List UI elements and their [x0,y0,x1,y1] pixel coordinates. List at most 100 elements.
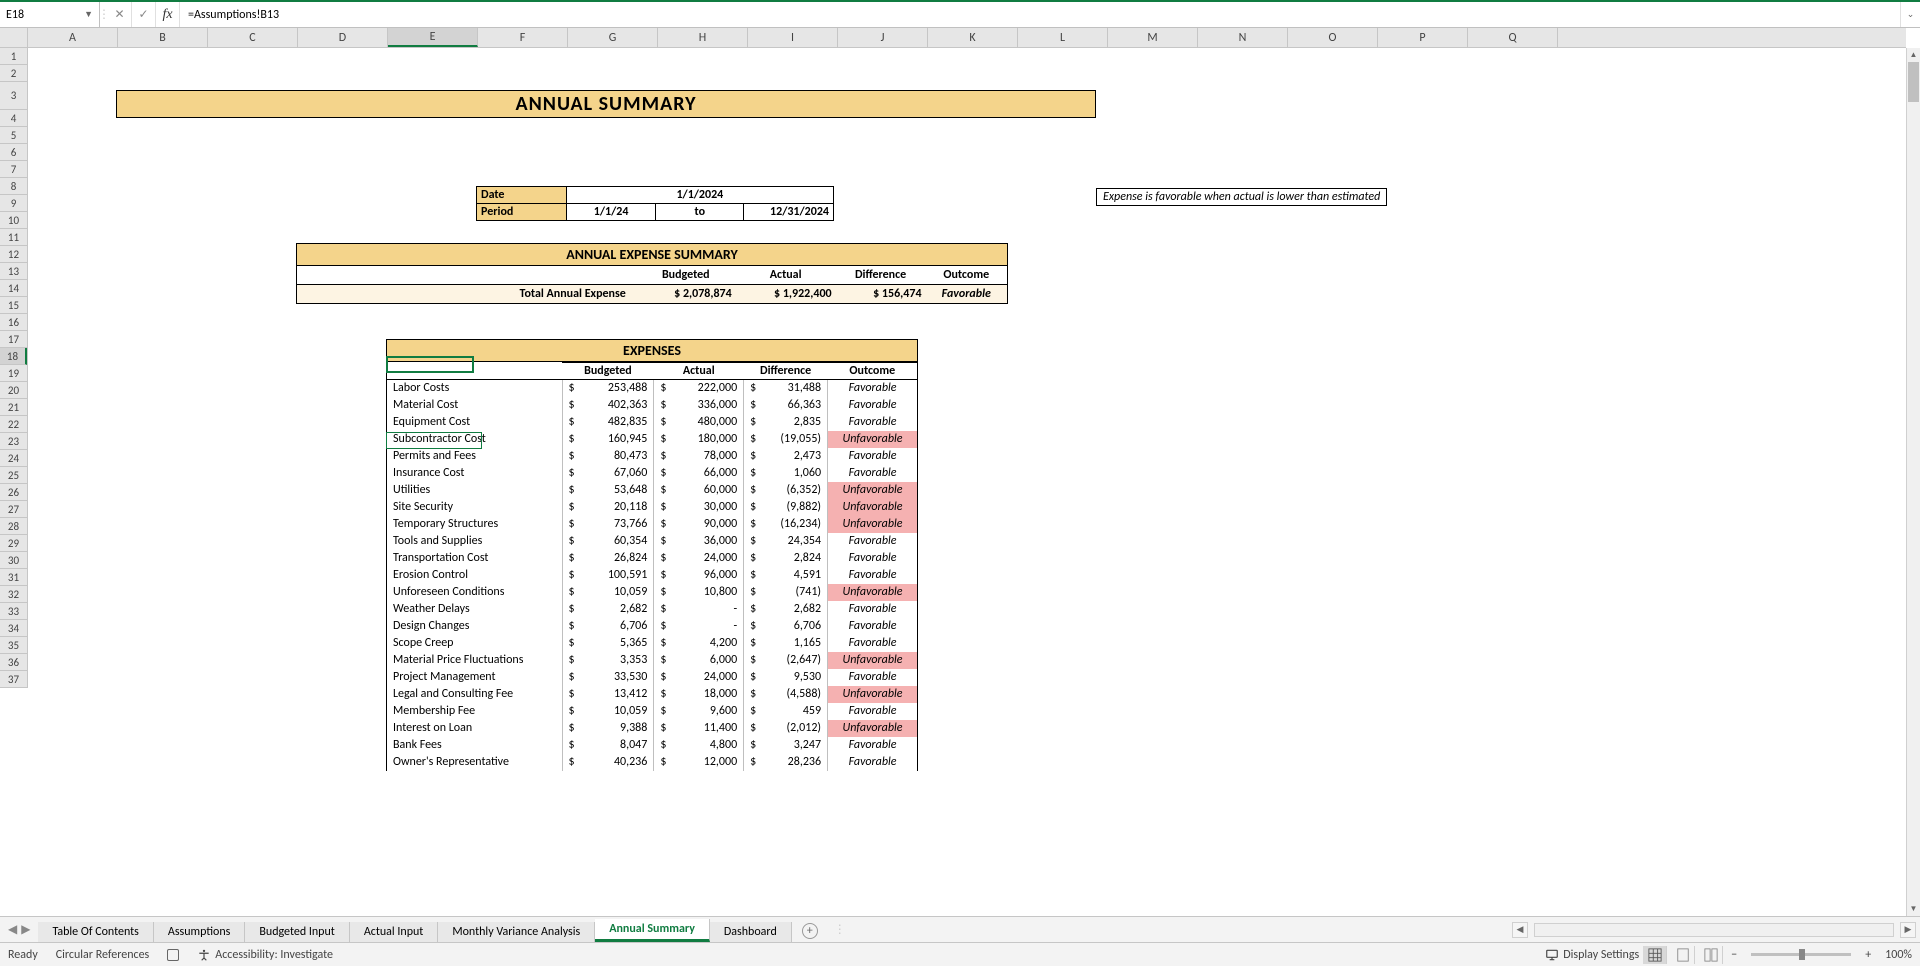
row-header-10[interactable]: 10 [0,212,27,229]
column-header-D[interactable]: D [298,28,388,47]
accessibility-button[interactable]: Accessibility: Investigate [197,948,333,962]
row-header-12[interactable]: 12 [0,246,27,263]
expand-formula-bar-button[interactable]: ⌄ [1900,2,1920,27]
row-header-15[interactable]: 15 [0,297,27,314]
column-header-Q[interactable]: Q [1468,28,1558,47]
expense-actual: $96,000 [654,567,744,584]
column-header-B[interactable]: B [118,28,208,47]
row-header-4[interactable]: 4 [0,110,27,127]
row-header-31[interactable]: 31 [0,569,27,586]
row-header-37[interactable]: 37 [0,671,27,688]
column-header-J[interactable]: J [838,28,928,47]
row-header-9[interactable]: 9 [0,195,27,212]
sheet-tab[interactable]: Monthly Variance Analysis [438,922,595,942]
hscroll-right-button[interactable]: ▶ [1900,922,1916,938]
zoom-in-button[interactable]: + [1861,948,1875,962]
row-header-20[interactable]: 20 [0,382,27,399]
name-box[interactable]: E18 ▼ [0,2,100,27]
column-header-E[interactable]: E [388,28,478,47]
sheet-tab[interactable]: Table Of Contents [38,922,153,942]
column-header-A[interactable]: A [28,28,118,47]
cancel-formula-button[interactable]: ✕ [108,2,132,27]
sheet-tab[interactable]: Budgeted Input [245,922,349,942]
row-header-1[interactable]: 1 [0,48,27,65]
row-header-6[interactable]: 6 [0,144,27,161]
row-header-30[interactable]: 30 [0,552,27,569]
column-header-O[interactable]: O [1288,28,1378,47]
sheet-canvas[interactable]: ANNUAL SUMMARY Date 1/1/2024 Period 1/1/… [28,48,1906,916]
zoom-level[interactable]: 100% [1879,948,1912,962]
column-header-K[interactable]: K [928,28,1018,47]
page-break-view-button[interactable] [1699,946,1723,964]
row-header-16[interactable]: 16 [0,314,27,331]
row-header-11[interactable]: 11 [0,229,27,246]
row-header-18[interactable]: 18 [0,348,27,365]
scroll-thumb[interactable] [1908,62,1919,102]
column-header-F[interactable]: F [478,28,568,47]
row-header-8[interactable]: 8 [0,178,27,195]
horizontal-scrollbar[interactable] [1534,923,1894,937]
column-header-P[interactable]: P [1378,28,1468,47]
row-header-2[interactable]: 2 [0,65,27,82]
sheet-tab[interactable]: Annual Summary [595,919,710,942]
row-header-23[interactable]: 23 [0,433,27,450]
formula-input[interactable]: =Assumptions!B13 [180,2,1900,27]
accept-formula-button[interactable]: ✓ [132,2,156,27]
row-header-28[interactable]: 28 [0,518,27,535]
expense-outcome: Favorable [828,414,918,431]
row-header-27[interactable]: 27 [0,501,27,518]
row-header-17[interactable]: 17 [0,331,27,348]
hscroll-left-button[interactable]: ◀ [1512,922,1528,938]
row-header-14[interactable]: 14 [0,280,27,297]
worksheet-grid[interactable]: ABCDEFGHIJKLMNOPQ 1234567891011121314151… [0,28,1920,916]
row-header-34[interactable]: 34 [0,620,27,637]
normal-view-button[interactable] [1643,946,1667,964]
zoom-slider[interactable] [1751,953,1851,956]
expense-outcome: Unfavorable [828,584,918,601]
row-header-26[interactable]: 26 [0,484,27,501]
expense-budgeted: $3,353 [562,652,654,669]
column-header-H[interactable]: H [658,28,748,47]
expense-budgeted: $80,473 [562,448,654,465]
chevron-down-icon[interactable]: ▼ [84,9,93,20]
sheet-tab[interactable]: Actual Input [350,922,439,942]
row-header-24[interactable]: 24 [0,450,27,467]
row-header-36[interactable]: 36 [0,654,27,671]
column-header-N[interactable]: N [1198,28,1288,47]
row-header-32[interactable]: 32 [0,586,27,603]
sheet-tab[interactable]: Assumptions [154,922,245,942]
row-header-5[interactable]: 5 [0,127,27,144]
scroll-down-button[interactable]: ▼ [1907,902,1920,916]
row-header-29[interactable]: 29 [0,535,27,552]
scroll-up-button[interactable]: ▲ [1907,48,1920,62]
expense-name: Temporary Structures [387,516,563,533]
expense-row: Weather Delays$2,682$-$2,682Favorable [387,601,918,618]
sheet-tab[interactable]: Dashboard [710,922,792,942]
tab-prev-button[interactable]: ◀ [8,922,17,937]
display-settings-button[interactable]: Display Settings [1545,948,1639,962]
macro-record-icon[interactable] [167,949,179,961]
row-header-22[interactable]: 22 [0,416,27,433]
page-layout-view-button[interactable] [1671,946,1695,964]
expense-actual: $336,000 [654,397,744,414]
row-header-3[interactable]: 3 [0,82,27,110]
insert-function-button[interactable]: fx [156,2,180,27]
row-header-13[interactable]: 13 [0,263,27,280]
row-headers: 1234567891011121314151617181920212223242… [0,48,28,688]
column-header-M[interactable]: M [1108,28,1198,47]
select-all-cell[interactable] [0,28,28,47]
column-header-G[interactable]: G [568,28,658,47]
zoom-out-button[interactable]: − [1727,948,1741,962]
row-header-35[interactable]: 35 [0,637,27,654]
tab-next-button[interactable]: ▶ [21,922,30,937]
row-header-25[interactable]: 25 [0,467,27,484]
row-header-7[interactable]: 7 [0,161,27,178]
row-header-19[interactable]: 19 [0,365,27,382]
column-header-C[interactable]: C [208,28,298,47]
row-header-33[interactable]: 33 [0,603,27,620]
vertical-scrollbar[interactable]: ▲ ▼ [1906,48,1920,916]
column-header-L[interactable]: L [1018,28,1108,47]
column-header-I[interactable]: I [748,28,838,47]
row-header-21[interactable]: 21 [0,399,27,416]
new-sheet-button[interactable]: + [792,918,828,942]
